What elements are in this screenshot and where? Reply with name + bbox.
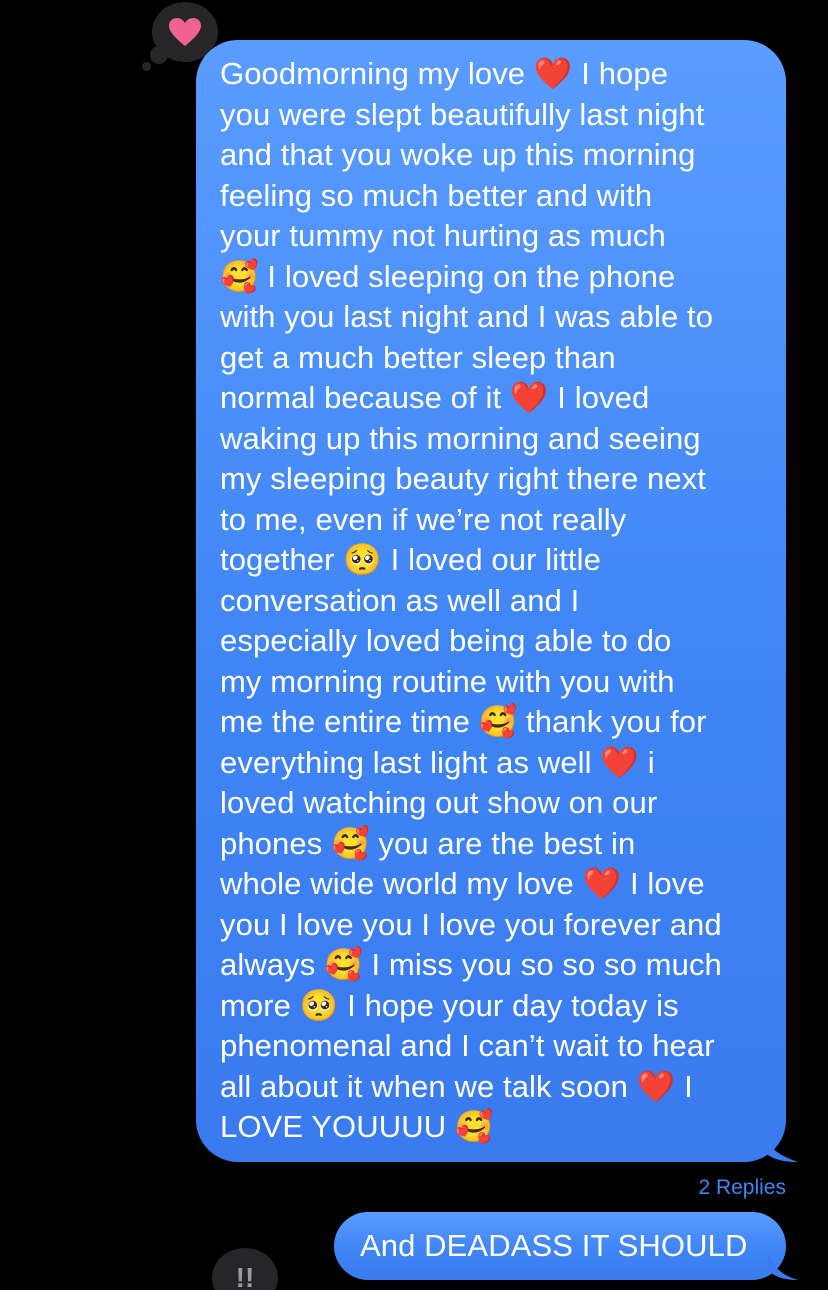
heart-icon	[169, 18, 201, 46]
exclamation-reaction[interactable]: !!	[212, 1248, 278, 1290]
tapback-tail-dot-small	[142, 62, 151, 71]
bubble-tail	[762, 1128, 798, 1162]
message-bubble-outgoing-2[interactable]: And DEADASS IT SHOULD	[334, 1212, 798, 1280]
message-text-2: And DEADASS IT SHOULD	[360, 1228, 748, 1263]
bubble-tail-2	[768, 1252, 798, 1280]
double-exclamation-icon: !!	[235, 1262, 255, 1290]
message-text: Goodmorning my love ❤️ I hope you were s…	[220, 56, 722, 1144]
message-thread: Goodmorning my love ❤️ I hope you were s…	[0, 0, 828, 1290]
message-bubble-outgoing[interactable]: Goodmorning my love ❤️ I hope you were s…	[196, 40, 798, 1162]
replies-link[interactable]: 2 Replies	[698, 1176, 786, 1200]
